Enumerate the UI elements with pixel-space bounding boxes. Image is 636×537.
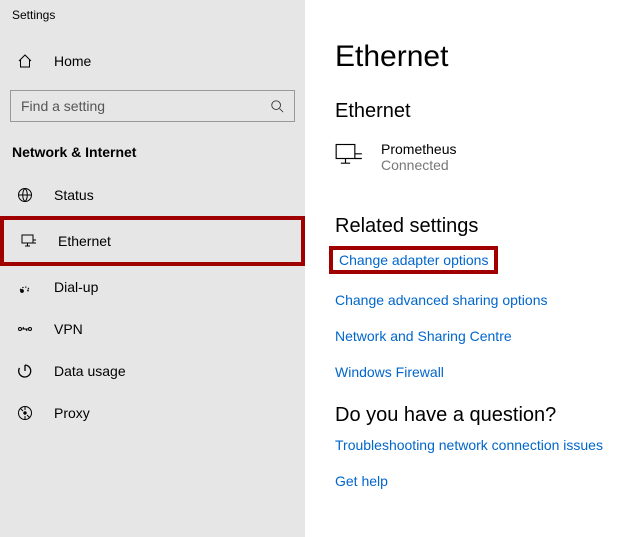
sidebar: Settings Home Network & Internet Status: [0, 0, 305, 537]
sidebar-item-label: Data usage: [54, 363, 126, 379]
sidebar-item-proxy[interactable]: Proxy: [0, 392, 305, 434]
network-name: Prometheus: [381, 141, 456, 157]
proxy-icon: [16, 405, 34, 421]
related-settings-title: Related settings: [335, 215, 636, 238]
dialup-icon: [16, 279, 34, 295]
nav-home-label: Home: [54, 53, 91, 69]
network-info: Prometheus Connected: [381, 141, 456, 173]
main-content: Ethernet Ethernet Prometheus Connected R…: [305, 0, 636, 537]
section-subtitle: Ethernet: [335, 100, 636, 123]
sidebar-section-header: Network & Internet: [0, 134, 305, 174]
search-box[interactable]: [10, 90, 295, 122]
network-item[interactable]: Prometheus Connected: [335, 141, 636, 173]
search-icon: [260, 99, 294, 113]
app-title: Settings: [0, 8, 305, 40]
link-windows-firewall[interactable]: Windows Firewall: [335, 364, 444, 380]
link-troubleshoot[interactable]: Troubleshooting network connection issue…: [335, 437, 603, 453]
sidebar-item-label: Dial-up: [54, 279, 98, 295]
search-input[interactable]: [11, 98, 260, 114]
link-get-help[interactable]: Get help: [335, 473, 388, 489]
link-network-sharing-centre[interactable]: Network and Sharing Centre: [335, 328, 512, 344]
sidebar-item-vpn[interactable]: VPN: [0, 308, 305, 350]
link-advanced-sharing[interactable]: Change advanced sharing options: [335, 292, 548, 308]
sidebar-item-status[interactable]: Status: [0, 174, 305, 216]
page-title: Ethernet: [335, 40, 636, 74]
network-status: Connected: [381, 157, 456, 173]
sidebar-item-ethernet[interactable]: Ethernet: [4, 220, 301, 262]
sidebar-item-label: Status: [54, 187, 94, 203]
sidebar-item-datausage[interactable]: Data usage: [0, 350, 305, 392]
nav-home[interactable]: Home: [0, 40, 305, 82]
monitor-icon: [335, 141, 365, 167]
question-title: Do you have a question?: [335, 404, 636, 427]
sidebar-item-dialup[interactable]: Dial-up: [0, 266, 305, 308]
home-icon: [16, 53, 34, 69]
monitor-icon: [20, 233, 38, 249]
globe-icon: [16, 187, 34, 203]
highlight-ethernet-nav: Ethernet: [0, 216, 305, 266]
sidebar-item-label: Proxy: [54, 405, 90, 421]
sidebar-item-label: VPN: [54, 321, 83, 337]
datausage-icon: [16, 363, 34, 379]
sidebar-item-label: Ethernet: [58, 233, 111, 249]
link-change-adapter[interactable]: Change adapter options: [329, 246, 498, 274]
vpn-icon: [16, 321, 34, 337]
